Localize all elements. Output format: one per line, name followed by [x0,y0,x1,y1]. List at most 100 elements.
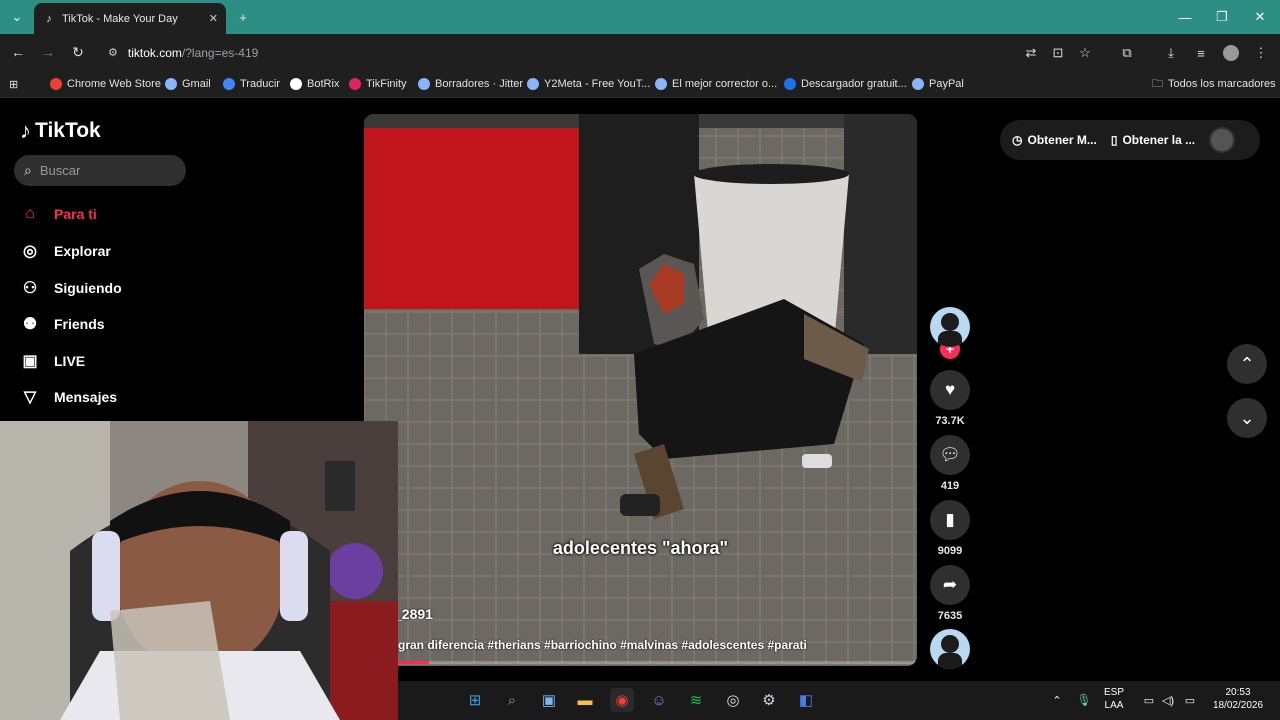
forward-button[interactable]: → [38,42,58,62]
home-icon: ⌂ [25,205,35,222]
file-explorer-icon[interactable]: ▬ [573,688,597,712]
sidebar-item-friends[interactable]: ⚉ Friends [20,312,105,336]
bookmark-favicon-icon [50,78,62,90]
comment-icon[interactable]: 💬︎ [930,435,970,475]
star-icon[interactable]: ☆ [1074,42,1096,64]
close-icon[interactable]: ✕ [209,12,218,25]
site-info-icon[interactable]: ⚙ [108,46,118,59]
friends-icon: ⚉ [22,316,38,333]
video-progress-bar[interactable] [398,661,917,664]
search-input[interactable] [39,163,170,178]
video-player[interactable]: adolecentes "ahora" _2891 gran diferenci… [364,114,917,666]
search-icon[interactable]: ⌕ [500,688,524,712]
restore-button[interactable]: ❐ [1203,0,1241,34]
browser-tab[interactable]: ♪ TikTok - Make Your Day ✕ [34,3,226,34]
chevron-down-icon: ⌄ [11,9,23,24]
network-icon[interactable]: ▭ [1140,688,1158,712]
search-box[interactable]: ⌕ [14,155,186,186]
bookmark-favicon-icon [349,78,361,90]
bookmark-chrome-web-store[interactable]: Chrome Web Store [50,76,161,92]
sidebar-item-mensajes[interactable]: ▽ Mensajes [20,385,117,409]
message-icon: ▽ [23,389,37,406]
bookmark-paypal[interactable]: PayPal [912,76,964,92]
app-blue-icon[interactable]: ◧ [794,688,818,712]
share-icon[interactable]: ➦ [930,565,970,605]
bookmark-botrix[interactable]: BotRix [290,76,339,92]
save-action[interactable]: ▮ 9099 [930,500,970,557]
sidebar-item-siguiendo[interactable]: ⚇ Siguiendo [20,276,122,300]
app-icon[interactable]: ◎ [721,688,745,712]
language-indicator[interactable]: ESP LAA [1104,686,1124,712]
folder-icon: 🗀 [1152,77,1163,90]
bookmark-favicon-icon [527,78,539,90]
avatar [930,629,970,669]
store-icon[interactable]: ▣ [537,688,561,712]
previous-video-button[interactable]: ⌃ [1227,344,1267,384]
steam-icon[interactable]: ⚙ [757,688,781,712]
media-controls-icon[interactable]: ≡ [1190,42,1212,64]
bookmark-traducir[interactable]: Traducir [223,76,280,92]
bookmark-descargador[interactable]: Descargador gratuit... [784,76,907,92]
translate-icon[interactable]: ⇄ [1020,42,1042,64]
spotify-icon[interactable]: ≋ [684,688,708,712]
clock-time: 20:53 [1225,687,1251,698]
minimize-button[interactable]: — [1166,0,1204,34]
get-coins-label: Obtener M... [1027,133,1097,147]
battery-icon[interactable]: ▭ [1180,688,1200,712]
get-app-button[interactable]: ▯ Obtener la ... [1111,133,1195,147]
video-frame [364,114,917,666]
new-tab-button[interactable]: + [233,7,253,27]
bookmark-gmail[interactable]: Gmail [165,76,211,92]
download-icon[interactable]: ⤓ [1160,42,1182,64]
close-window-button[interactable]: ✕ [1241,0,1279,34]
creator-avatar[interactable]: + [930,307,970,359]
all-bookmarks-folder[interactable]: 🗀 Todos los marcadores [1152,76,1276,92]
get-coins-button[interactable]: ◷ Obtener M... [1012,133,1097,147]
share-action[interactable]: ➦ 7635 [930,565,970,622]
restore-icon: ❐ [1216,9,1228,24]
comment-action[interactable]: 💬︎ 419 [930,435,970,492]
tray-overflow-icon[interactable]: ⌃ [1047,688,1067,712]
discord-icon[interactable]: ☺ [647,688,671,712]
extensions-icon[interactable]: ⧉ [1116,42,1138,64]
share-count: 7635 [937,610,963,622]
bookmark-label: PayPal [929,78,964,90]
video-username[interactable]: _2891 [394,606,433,622]
bookmark-y2meta[interactable]: Y2Meta - Free YouT... [527,76,650,92]
heart-icon[interactable]: ♥ [930,370,970,410]
profile-avatar[interactable] [1209,127,1236,153]
windows-start-icon[interactable]: ⊞ [463,688,487,712]
clock[interactable]: 20:53 18/02/2026 [1206,686,1270,712]
bookmark-borradores-jitter[interactable]: Borradores · Jitter [418,76,523,92]
reload-button[interactable]: ↻ [68,42,88,62]
like-action[interactable]: ♥ 73.7K [930,370,970,427]
phone-icon: ▯ [1110,133,1118,147]
language-code: ESP [1104,687,1125,698]
address-bar[interactable]: ⚙ tiktok.com/?lang=es-419 [98,40,1110,65]
sidebar-item-explorar[interactable]: ◎ Explorar [20,239,111,263]
bookmark-favicon-icon [165,78,177,90]
sidebar-item-para-ti[interactable]: ⌂ Para ti [20,202,97,226]
reload-icon: ↻ [72,43,84,60]
install-app-icon[interactable]: ⊡ [1047,42,1069,64]
chrome-icon[interactable]: ◉ [610,688,634,712]
bookmark-favicon-icon [655,78,667,90]
arrow-right-icon: → [41,44,55,60]
sound-avatar[interactable] [930,629,970,669]
volume-icon[interactable]: ◁) [1159,688,1177,712]
bookmark-corrector[interactable]: El mejor corrector o... [655,76,777,92]
tiktok-logo[interactable]: ♪ TikTok [20,117,101,145]
apps-grid-icon[interactable]: ⊞ [9,76,18,92]
profile-avatar-icon[interactable] [1220,42,1242,64]
menu-kebab-icon[interactable]: ⋮ [1250,42,1272,64]
sidebar-item-live[interactable]: ▣ LIVE [20,349,85,373]
bookmark-tikfinity[interactable]: TikFinity [349,76,407,92]
tab-search-button[interactable]: ⌄ [7,7,27,27]
microphone-icon[interactable]: 🎙︎ [1074,688,1094,712]
next-video-button[interactable]: ⌄ [1227,398,1267,438]
bookmark-icon[interactable]: ▮ [930,500,970,540]
back-button[interactable]: ← [8,42,28,62]
sidebar-item-label: LIVE [54,353,86,369]
bookmark-label: TikFinity [366,78,407,90]
comment-count: 419 [940,480,960,492]
